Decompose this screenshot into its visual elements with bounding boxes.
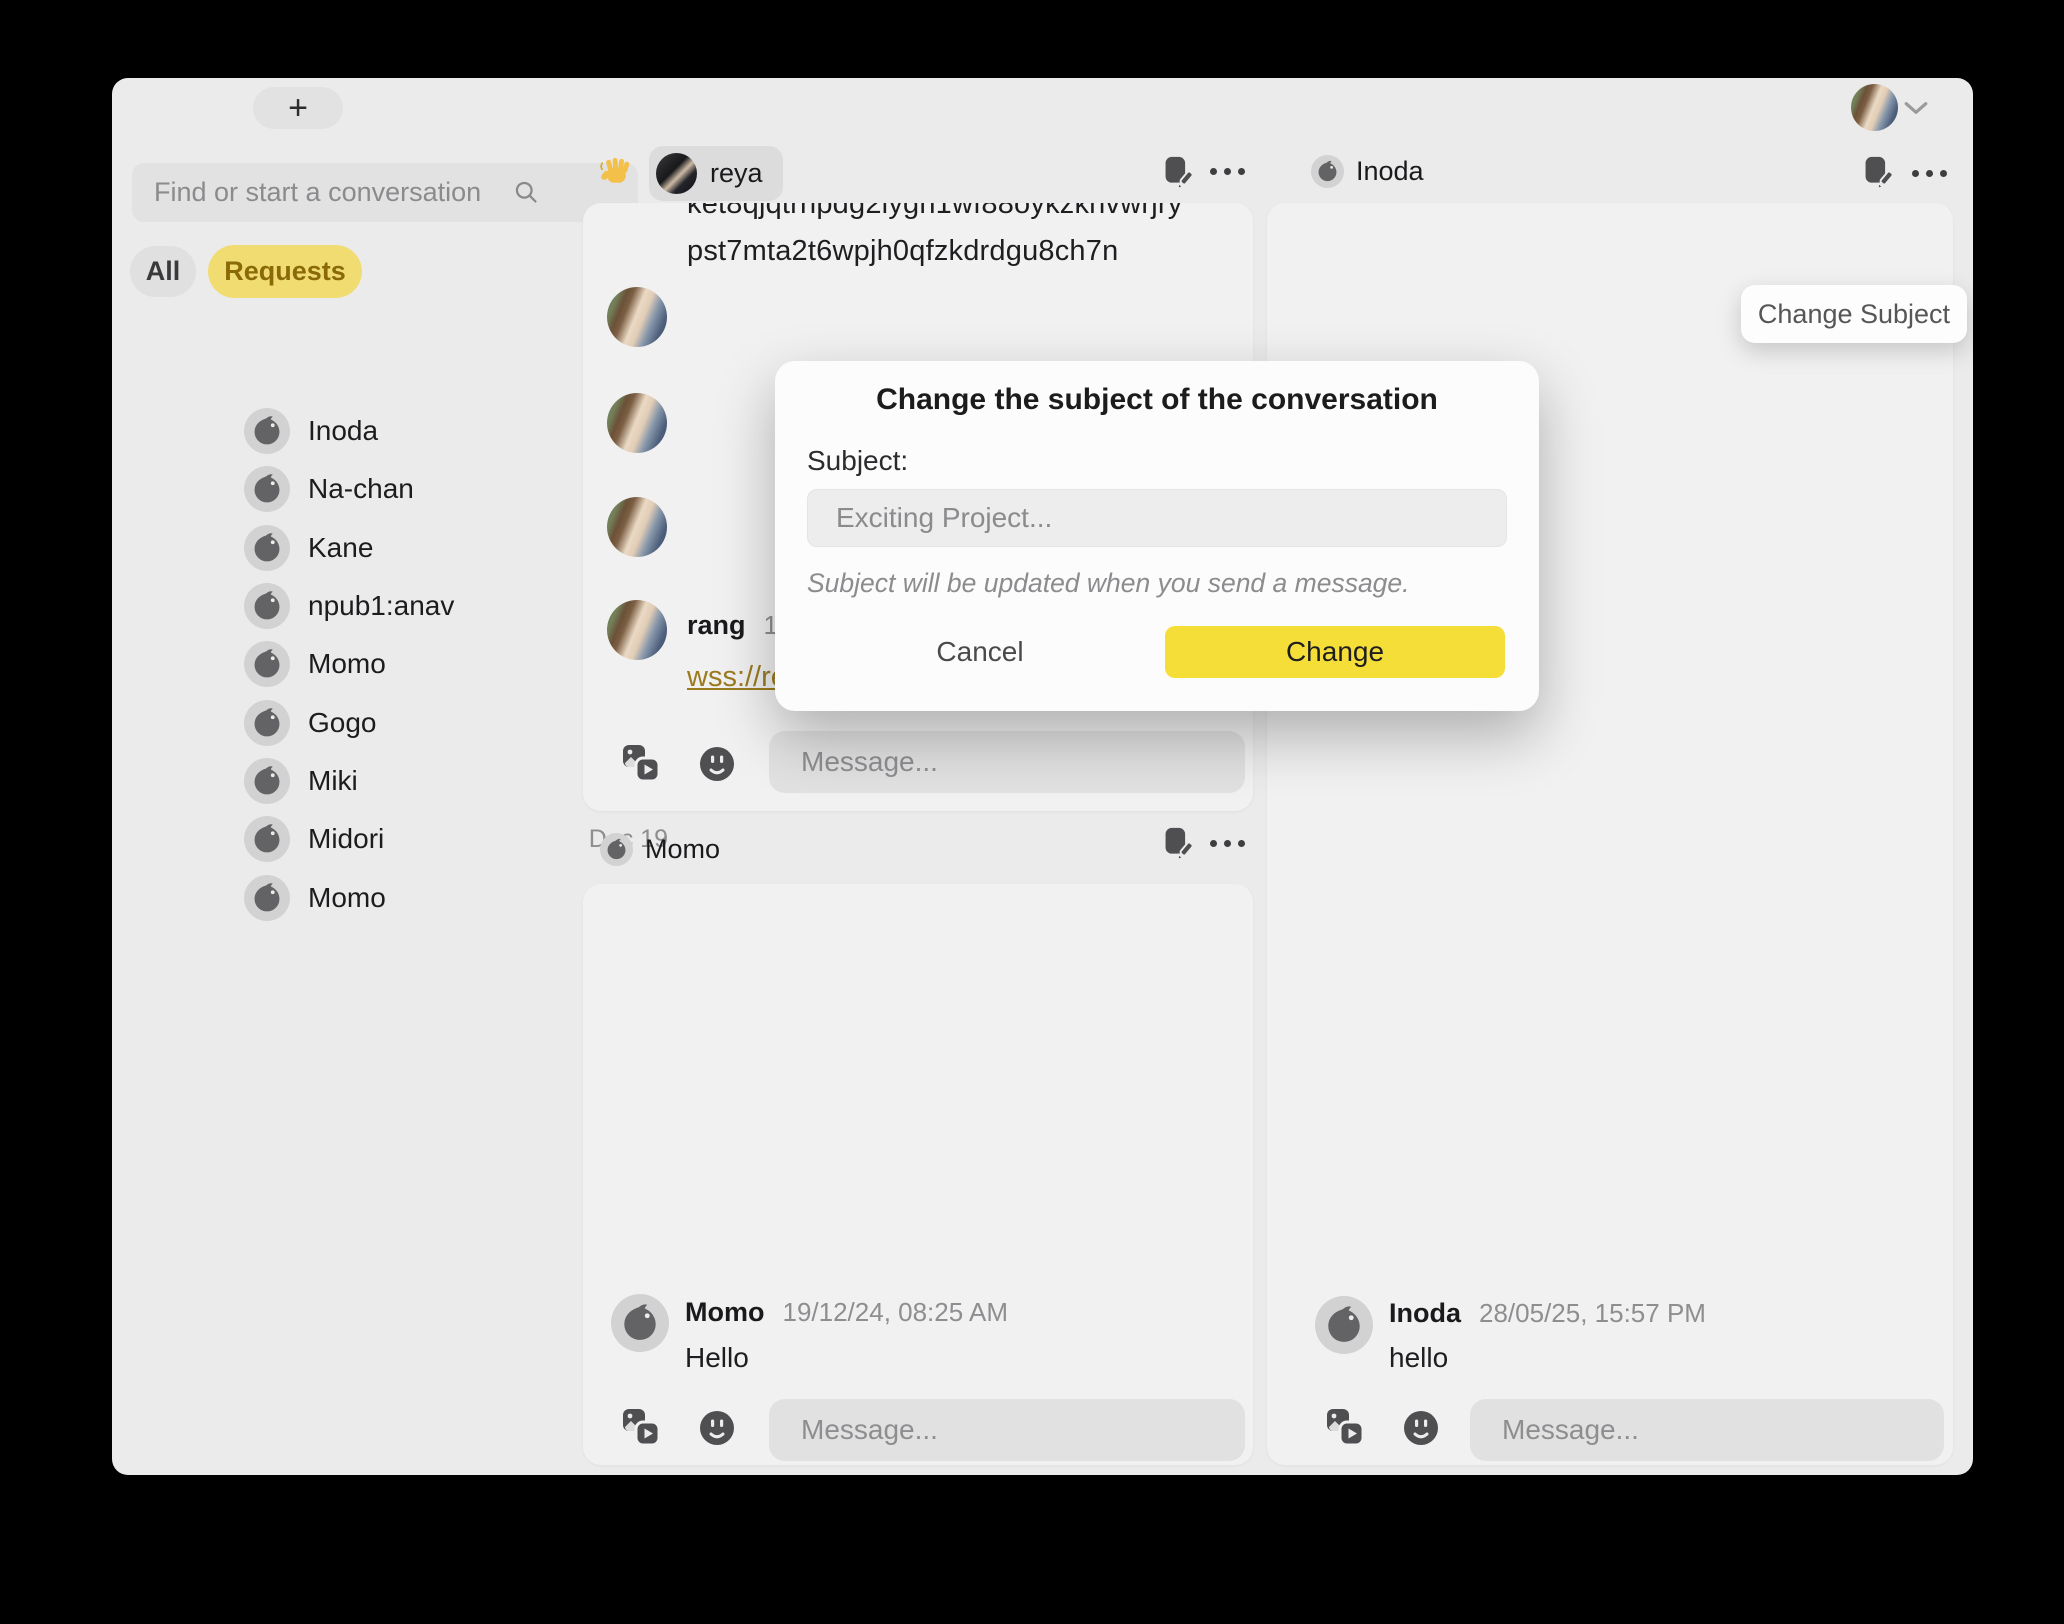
change-subject-button[interactable] [1862, 155, 1894, 189]
message-timestamp: 19/12/24, 08:25 AM [782, 1297, 1008, 1327]
change-subject-tooltip: Change Subject [1741, 285, 1967, 343]
message-author: rang [687, 610, 746, 640]
bird-avatar [244, 525, 290, 571]
message-input[interactable] [769, 731, 1245, 793]
attach-media-button[interactable] [1325, 1407, 1365, 1447]
tab-requests[interactable]: Requests [208, 245, 362, 298]
search-icon [513, 179, 540, 206]
conversation-name: Momo [308, 882, 386, 914]
conversation-name: Na-chan [308, 473, 414, 505]
conversation-name: Midori [308, 823, 384, 855]
conversation-name: Momo [308, 648, 386, 680]
attach-media-button[interactable] [621, 1407, 661, 1447]
subject-label: Subject: [807, 445, 908, 477]
message-avatar [607, 600, 667, 660]
message-timestamp: 28/05/25, 15:57 PM [1479, 1298, 1706, 1328]
peer-avatar [600, 833, 633, 866]
emoji-button[interactable] [697, 744, 737, 784]
attach-media-button[interactable] [621, 743, 661, 783]
conversation-name: Miki [308, 765, 358, 797]
conversation-name: Inoda [308, 415, 378, 447]
search-field-wrap [132, 163, 556, 222]
bird-avatar [244, 816, 290, 862]
chat-header-momo[interactable]: Momo [600, 833, 720, 866]
chat-panel-momo: Momo 19/12/24, 08:25 AM Hello [583, 884, 1253, 1465]
message-avatar [1315, 1296, 1373, 1354]
subject-note: Subject will be updated when you send a … [807, 568, 1410, 599]
peer-chip-reya[interactable]: reya [649, 146, 783, 201]
tab-requests-label: Requests [224, 256, 346, 287]
npub-line: pst7mta2t6wpjh0qfzkdrdgu8ch7n [687, 235, 1118, 268]
npub-line-clipped: ket8qjqtrnpdg2lygh1wf88oykzkhvwrjry [687, 203, 1182, 221]
account-avatar[interactable] [1851, 84, 1898, 131]
message-header: Momo 19/12/24, 08:25 AM [685, 1297, 1008, 1328]
peer-name: Momo [645, 834, 720, 865]
message-avatar [611, 1294, 669, 1352]
emoji-button[interactable] [1401, 1408, 1441, 1448]
cancel-button[interactable]: Cancel [905, 626, 1055, 678]
bird-avatar [244, 700, 290, 746]
tooltip-label: Change Subject [1758, 299, 1950, 330]
peer-avatar [1311, 155, 1344, 188]
more-options-button[interactable] [1912, 170, 1947, 177]
new-tab-button[interactable]: + [253, 87, 343, 129]
search-input[interactable] [132, 163, 638, 222]
message-author: Inoda [1389, 1298, 1461, 1328]
peer-avatar [656, 153, 697, 194]
chat-header-inoda[interactable]: Inoda [1311, 155, 1424, 188]
message-avatar [607, 287, 667, 347]
plus-icon: + [288, 91, 308, 125]
bird-avatar [244, 875, 290, 921]
conversation-name: Kane [308, 532, 373, 564]
more-options-button[interactable] [1210, 168, 1245, 175]
message-text: hello [1389, 1342, 1448, 1374]
message-author: Momo [685, 1297, 764, 1327]
chevron-down-icon[interactable] [1903, 100, 1929, 116]
message-input[interactable] [769, 1399, 1245, 1461]
message-avatar [607, 393, 667, 453]
message-input[interactable] [1470, 1399, 1944, 1461]
bird-avatar [244, 408, 290, 454]
bird-avatar [244, 583, 290, 629]
peer-name: reya [710, 158, 763, 189]
waving-hand-icon [600, 156, 632, 190]
bird-avatar [244, 641, 290, 687]
change-button[interactable]: Change [1165, 626, 1505, 678]
tab-all-label: All [146, 256, 181, 287]
desktop: + All Requests Inoda May 28 [0, 0, 2064, 1624]
tab-all[interactable]: All [130, 246, 196, 297]
change-subject-button[interactable] [1162, 826, 1194, 860]
emoji-button[interactable] [697, 1408, 737, 1448]
message-avatar [607, 497, 667, 557]
more-options-button[interactable] [1210, 840, 1245, 847]
conversation-name: npub1:anav [308, 590, 454, 622]
change-subject-modal: Change the subject of the conversation S… [775, 361, 1539, 711]
message-header: Inoda 28/05/25, 15:57 PM [1389, 1298, 1706, 1329]
conversation-name: Gogo [308, 707, 377, 739]
message-text: Hello [685, 1342, 749, 1374]
bird-avatar [244, 758, 290, 804]
peer-name: Inoda [1356, 156, 1424, 187]
app-window: + All Requests Inoda May 28 [112, 78, 1973, 1475]
subject-input[interactable] [807, 489, 1507, 547]
modal-title: Change the subject of the conversation [775, 383, 1539, 417]
change-subject-button[interactable] [1162, 155, 1194, 189]
bird-avatar [244, 466, 290, 512]
